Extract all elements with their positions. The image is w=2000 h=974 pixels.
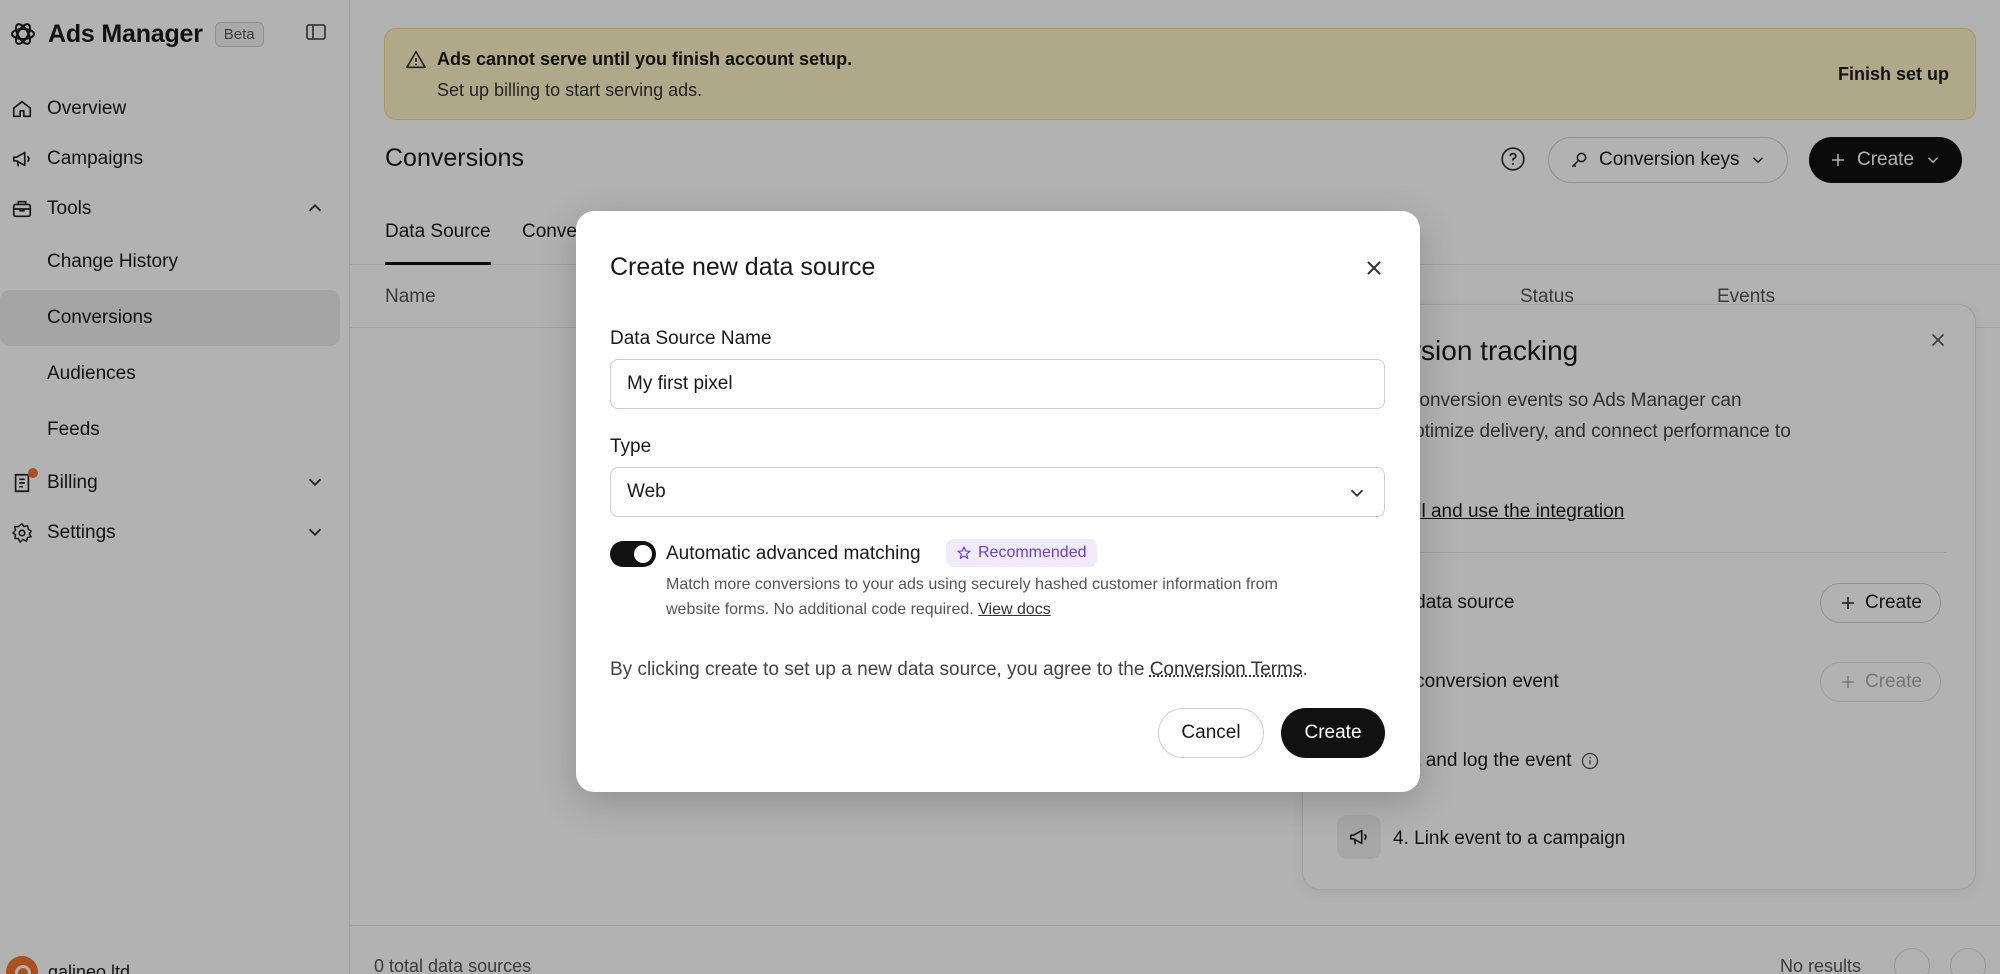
advanced-matching-label: Automatic advanced matching — [666, 543, 921, 565]
dialog-title: Create new data source — [610, 253, 875, 282]
close-icon[interactable] — [1362, 256, 1386, 280]
select-value: Web — [627, 481, 666, 503]
view-docs-link[interactable]: View docs — [978, 601, 1051, 618]
star-icon — [956, 545, 972, 561]
terms-suffix: . — [1302, 659, 1307, 680]
data-source-name-input[interactable]: My first pixel — [610, 359, 1385, 409]
terms-text: By clicking create to set up a new data … — [610, 659, 1308, 681]
type-select[interactable]: Web — [610, 467, 1385, 517]
help-line: website forms. No additional code requir… — [666, 601, 974, 618]
chevron-down-icon — [1346, 482, 1368, 504]
advanced-matching-help: Match more conversions to your ads using… — [666, 572, 1366, 622]
input-value: My first pixel — [627, 373, 733, 395]
create-button[interactable]: Create — [1281, 708, 1385, 758]
type-label: Type — [610, 436, 651, 458]
cancel-button[interactable]: Cancel — [1158, 708, 1264, 758]
create-data-source-dialog: Create new data source Data Source Name … — [576, 211, 1420, 792]
advanced-matching-toggle[interactable] — [610, 541, 656, 567]
conversion-terms-link[interactable]: Conversion Terms — [1150, 659, 1303, 680]
recommended-badge: Recommended — [946, 539, 1097, 567]
data-source-name-label: Data Source Name — [610, 328, 772, 350]
terms-prefix: By clicking create to set up a new data … — [610, 659, 1144, 680]
badge-label: Recommended — [978, 544, 1087, 562]
help-line: Match more conversions to your ads using… — [666, 572, 1366, 597]
